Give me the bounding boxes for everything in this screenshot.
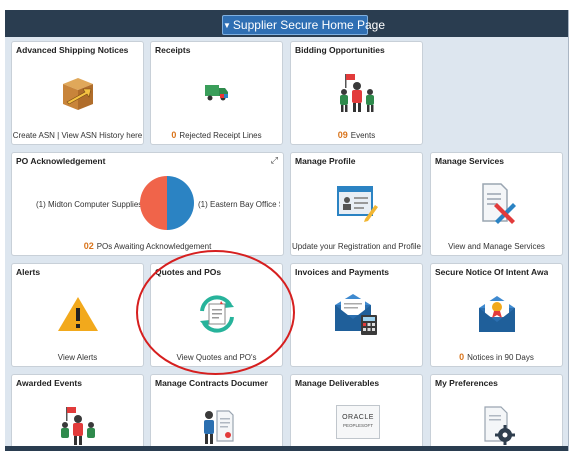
pie-label-right: (1) Eastern Bay Office Supp (198, 200, 280, 209)
tile-secure-notice-of-intent-award[interactable]: Secure Notice Of Intent Award 0 Notices i… (430, 263, 563, 367)
page-title-dropdown[interactable]: ▼ Supplier Secure Home Page (222, 15, 385, 35)
tile-footer: 02 POs Awaiting Acknowledgement (12, 241, 283, 251)
tile-title: Bidding Opportunities (295, 45, 385, 55)
box-arrow-icon (12, 66, 143, 118)
people-flag-icon (291, 66, 422, 118)
tile-title: Manage Profile (295, 156, 356, 166)
tile-receipts[interactable]: Receipts 0 Rejected Receipt Lines (150, 41, 283, 145)
pie-slice-eastern-bay (167, 176, 194, 230)
truck-icon (151, 66, 282, 118)
tile-alerts[interactable]: Alerts View Alerts (11, 263, 144, 367)
tile-my-preferences[interactable]: My Preferences (430, 374, 563, 451)
logo-line-2: PEOPLESOFT (342, 423, 373, 428)
tile-footer: 0 Notices in 90 Days (431, 352, 562, 362)
oracle-peoplesoft-logo: ORACLE PEOPLESOFT (336, 405, 380, 439)
warning-icon (12, 288, 143, 340)
tile-footer: View and Manage Services (448, 242, 545, 251)
bottom-bar (5, 446, 568, 451)
people-flag-icon (12, 399, 143, 451)
logo-line-1: ORACLE (342, 414, 374, 421)
document-tools-icon (431, 177, 562, 229)
profile-card-icon (291, 177, 422, 229)
po-pie-chart[interactable] (140, 175, 194, 231)
pie-label-left: (1) Midton Computer Supplies (36, 200, 143, 209)
tile-footer: View Alerts (57, 353, 98, 362)
tile-title: PO Acknowledgement (16, 156, 106, 166)
tile-manage-services[interactable]: Manage Services View and Manage Services (430, 152, 563, 256)
tile-footer: 09 Events (291, 130, 422, 140)
tile-title: Invoices and Payments (295, 267, 390, 277)
envelope-calculator-icon (291, 288, 422, 340)
person-document-icon (151, 399, 282, 451)
pie-slice-midton (140, 176, 167, 230)
tile-title: Secure Notice Of Intent Award (435, 267, 548, 277)
footer-text: POs Awaiting Acknowledgement (96, 242, 212, 251)
footer-text: Events (350, 131, 376, 140)
document-gear-icon (431, 399, 562, 451)
tile-title: Manage Contracts Documents (155, 378, 268, 388)
tile-title: Manage Deliverables (295, 378, 380, 388)
home-page: ▼ Supplier Secure Home Page Advanced Ship… (5, 10, 569, 451)
tile-footer: Update your Registration and Profile (292, 242, 421, 251)
tile-po-acknowledgement[interactable]: PO Acknowledgement ⤢ (1) Midton Computer… (11, 152, 284, 256)
count: 02 (83, 241, 94, 251)
tile-quotes-and-pos[interactable]: Quotes and POs View Quotes and PO's (150, 263, 283, 367)
count: 09 (337, 130, 348, 140)
tile-manage-contracts-documents[interactable]: Manage Contracts Documents (150, 374, 283, 451)
tile-awarded-events[interactable]: Awarded Events (11, 374, 144, 451)
envelope-award-icon (431, 288, 562, 340)
expand-icon[interactable]: ⤢ (271, 155, 278, 166)
tile-footer: 0 Rejected Receipt Lines (151, 130, 282, 140)
tile-manage-deliverables[interactable]: Manage Deliverables ORACLE PEOPLESOFT (290, 374, 423, 451)
tile-invoices-and-payments[interactable]: Invoices and Payments (290, 263, 423, 367)
banner: ▼ Supplier Secure Home Page (5, 10, 568, 37)
tile-footer: View Quotes and PO's (176, 353, 257, 362)
refresh-document-icon (151, 288, 282, 340)
tile-advanced-shipping-notices[interactable]: Advanced Shipping Notices Create ASN | V… (11, 41, 144, 145)
tile-footer: Create ASN | View ASN History here (12, 131, 143, 140)
caret-down-icon: ▼ (223, 21, 231, 30)
footer-text: Notices in 90 Days (467, 353, 534, 362)
page-title: Supplier Secure Home Page (232, 18, 386, 32)
tile-title: Manage Services (435, 156, 504, 166)
tile-title: Advanced Shipping Notices (16, 45, 129, 55)
count: 0 (171, 130, 177, 140)
tile-title: Awarded Events (16, 378, 82, 388)
tile-title: Receipts (155, 45, 191, 55)
count: 0 (459, 352, 465, 362)
tile-title: My Preferences (435, 378, 498, 388)
tile-bidding-opportunities[interactable]: Bidding Opportunities 09 Events (290, 41, 423, 145)
tile-manage-profile[interactable]: Manage Profile Update your Registration … (290, 152, 423, 256)
tile-title: Quotes and POs (155, 267, 222, 277)
footer-text: Rejected Receipt Lines (179, 131, 262, 140)
tile-title: Alerts (16, 267, 41, 277)
